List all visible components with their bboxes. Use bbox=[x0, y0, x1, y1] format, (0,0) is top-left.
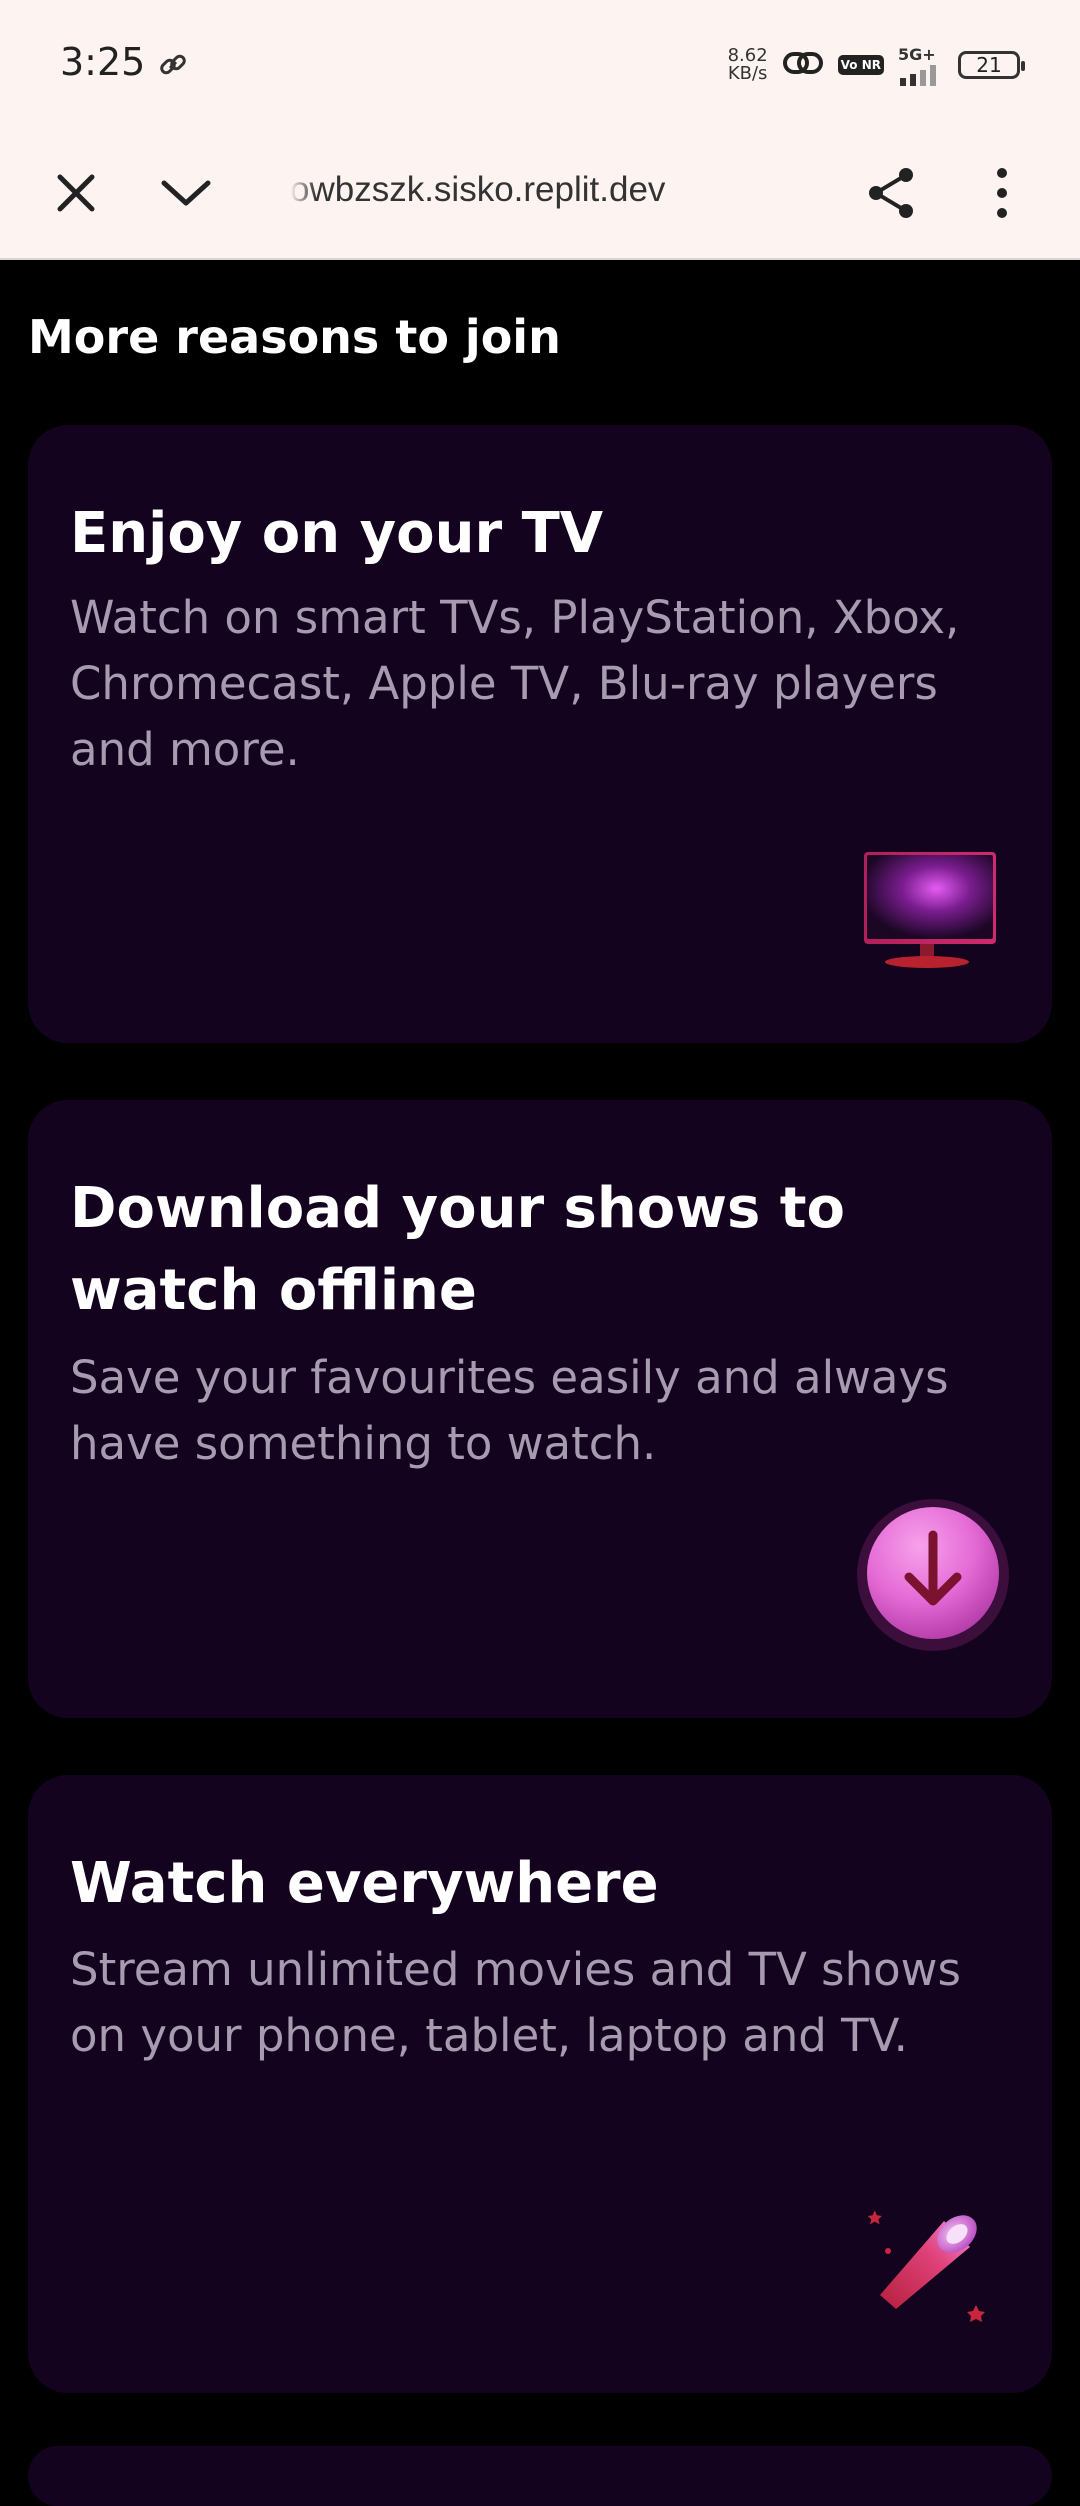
close-button[interactable] bbox=[36, 153, 116, 233]
more-vertical-icon bbox=[997, 168, 1007, 218]
battery-indicator: 21 bbox=[958, 51, 1025, 79]
card-description: Watch on smart TVs, PlayStation, Xbox, C… bbox=[70, 591, 960, 776]
net-speed-unit: KB/s bbox=[727, 63, 768, 84]
download-icon bbox=[853, 1495, 1013, 1659]
feature-card-tv: Enjoy on your TV Watch on smart TVs, Pla… bbox=[28, 425, 1052, 1043]
status-indicators: 8.62 KB/s Vo NR 5G+ 21 bbox=[728, 40, 1025, 90]
signal-indicator: 5G+ bbox=[898, 45, 944, 86]
tv-icon bbox=[858, 850, 998, 984]
feature-card-everywhere: Watch everywhere Stream unlimited movies… bbox=[28, 1775, 1052, 2393]
status-bar: 3:25 8.62 KB/s Vo NR 5G+ 21 bbox=[0, 0, 1080, 125]
signal-bars-icon bbox=[900, 64, 936, 86]
telescope-icon bbox=[858, 2195, 998, 2339]
chevron-down-icon bbox=[161, 180, 211, 206]
card-description: Save your favourites easily and always h… bbox=[70, 1351, 949, 1470]
collapse-button[interactable] bbox=[146, 153, 226, 233]
card-title: Download your shows to watch offline bbox=[70, 1176, 846, 1323]
card-title: Watch everywhere bbox=[70, 1851, 659, 1916]
card-description: Stream unlimited movies and TV shows on … bbox=[70, 1943, 961, 2062]
status-time: 3:25 bbox=[60, 40, 146, 84]
more-options-button[interactable] bbox=[962, 153, 1042, 233]
network-type: 5G+ bbox=[898, 44, 936, 64]
volte-badge: Vo NR bbox=[837, 55, 884, 75]
url-bar[interactable]: owbzszk.sisko.replit.dev bbox=[290, 155, 710, 225]
feature-card-download: Download your shows to watch offline Sav… bbox=[28, 1100, 1052, 1718]
share-icon bbox=[869, 168, 913, 218]
link-icon bbox=[158, 50, 188, 84]
net-speed: 8.62 KB/s bbox=[728, 47, 768, 83]
browser-toolbar: owbzszk.sisko.replit.dev bbox=[0, 125, 1080, 260]
share-button[interactable] bbox=[852, 153, 932, 233]
hotspot-link-icon bbox=[782, 48, 824, 82]
section-title: More reasons to join bbox=[28, 310, 561, 364]
feature-card-partial bbox=[28, 2446, 1052, 2506]
close-icon bbox=[57, 174, 95, 212]
card-title: Enjoy on your TV bbox=[70, 501, 604, 566]
